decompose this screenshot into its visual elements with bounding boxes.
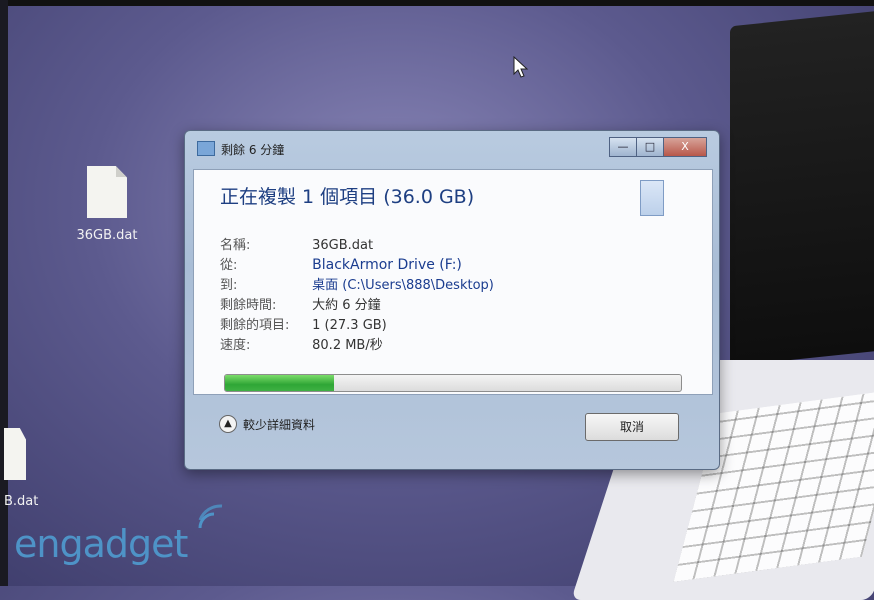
- laptop-lid: [730, 9, 874, 367]
- detail-value: 80.2 MB/秒: [312, 338, 383, 353]
- progress-fill: [225, 375, 335, 391]
- detail-value: 1 (27.3 GB): [312, 318, 387, 333]
- maximize-button[interactable]: □: [636, 137, 664, 157]
- desktop-file-label: B.dat: [4, 494, 39, 509]
- engadget-watermark: engadget: [14, 522, 188, 566]
- fewer-details-label: 較少詳細資料: [243, 417, 316, 432]
- detail-row-name: 名稱: 36GB.dat: [220, 234, 373, 253]
- close-button[interactable]: X: [663, 137, 707, 157]
- detail-row-time-remaining: 剩餘時間: 大約 6 分鐘: [220, 294, 381, 313]
- detail-label: 名稱:: [220, 238, 251, 253]
- detail-value: 大約 6 分鐘: [312, 298, 381, 313]
- window-title: 剩餘 6 分鐘: [221, 143, 285, 157]
- drive-icon: [640, 180, 664, 216]
- photo-top-edge: [0, 0, 874, 6]
- detail-row-speed: 速度: 80.2 MB/秒: [220, 334, 383, 353]
- copy-heading: 正在複製 1 個項目 (36.0 GB): [220, 186, 475, 208]
- detail-label: 速度:: [220, 338, 251, 353]
- detail-row-from: 從: BlackArmor Drive (F:): [220, 254, 462, 273]
- desktop-file-label: 36GB.dat: [76, 228, 138, 243]
- dialog-content: 正在複製 1 個項目 (36.0 GB) 名稱: 36GB.dat 從: Bla…: [193, 169, 713, 395]
- source-link[interactable]: BlackArmor Drive (F:): [312, 257, 462, 273]
- chevron-up-icon: ▲: [219, 415, 237, 433]
- copy-progress-dialog: 剩餘 6 分鐘 — □ X 正在複製 1 個項目 (36.0 GB) 名稱: 3…: [184, 130, 720, 470]
- copy-progress-bar: [224, 374, 682, 392]
- fewer-details-toggle[interactable]: ▲ 較少詳細資料: [219, 415, 315, 433]
- detail-label: 到:: [220, 278, 238, 293]
- detail-row-to: 到: 桌面 (C:\Users\888\Desktop): [220, 274, 494, 293]
- dialog-footer: ▲ 較少詳細資料 取消: [185, 399, 719, 459]
- destination-link[interactable]: 桌面 (C:\Users\888\Desktop): [312, 278, 494, 293]
- title-bar[interactable]: 剩餘 6 分鐘 — □ X: [185, 131, 719, 165]
- desktop-file-icon-partial[interactable]: B.dat: [0, 428, 40, 509]
- minimize-button[interactable]: —: [609, 137, 637, 157]
- file-icon: [4, 428, 26, 480]
- file-icon: [87, 166, 127, 218]
- copy-icon: [197, 141, 215, 156]
- detail-label: 從:: [220, 258, 238, 273]
- cancel-button[interactable]: 取消: [585, 413, 679, 441]
- detail-label: 剩餘的項目:: [220, 318, 290, 333]
- signal-arcs-icon: [198, 504, 223, 529]
- detail-row-items-remaining: 剩餘的項目: 1 (27.3 GB): [220, 314, 387, 333]
- detail-value: 36GB.dat: [312, 238, 374, 253]
- mouse-cursor-icon: [513, 56, 529, 78]
- detail-label: 剩餘時間:: [220, 298, 277, 313]
- desktop-file-icon[interactable]: 36GB.dat: [72, 166, 142, 243]
